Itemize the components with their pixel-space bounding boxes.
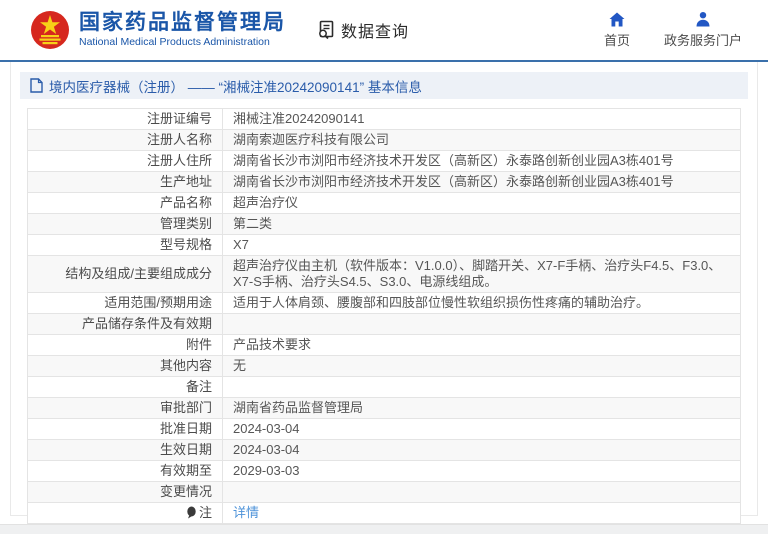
row-value: 详情	[222, 502, 741, 524]
nmpa-logo[interactable]: 国家药品监督管理局 National Medical Products Admi…	[30, 8, 286, 52]
page-bottom-strip	[0, 524, 768, 534]
table-row: 附件 产品技术要求	[27, 334, 741, 356]
data-query-nav[interactable]: 数据查询	[316, 18, 409, 42]
row-value: 湖南索迦医疗科技有限公司	[222, 129, 741, 151]
table-row: 注册人住所 湖南省长沙市浏阳市经济技术开发区（高新区）永泰路创新创业园A3栋40…	[27, 150, 741, 172]
table-row: 管理类别 第二类	[27, 213, 741, 235]
table-row: 其他内容 无	[27, 355, 741, 377]
row-value	[222, 313, 741, 335]
row-value: 湖南省长沙市浏阳市经济技术开发区（高新区）永泰路创新创业园A3栋401号	[222, 150, 741, 172]
table-row: 生产地址 湖南省长沙市浏阳市经济技术开发区（高新区）永泰路创新创业园A3栋401…	[27, 171, 741, 193]
row-value: 无	[222, 355, 741, 377]
row-value: 第二类	[222, 213, 741, 235]
row-value: 2029-03-03	[222, 460, 741, 482]
table-row: 结构及组成/主要组成成分 超声治疗仪由主机（软件版本：V1.0.0）、脚踏开关、…	[27, 255, 741, 293]
row-value: 2024-03-04	[222, 439, 741, 461]
row-label: 适用范围/预期用途	[27, 292, 223, 314]
nav-portal-label: 政务服务门户	[663, 33, 742, 48]
table-row: 产品储存条件及有效期	[27, 313, 741, 335]
nav-item-home[interactable]: 首页	[604, 11, 630, 49]
breadcrumb-text: 境内医疗器械（注册） —— “湘械注准20242090141” 基本信息	[49, 79, 422, 95]
row-value: 湖南省药品监督管理局	[222, 397, 741, 419]
table-row: 注册证编号 湘械注准20242090141	[27, 108, 741, 130]
row-value: X7	[222, 234, 741, 256]
row-label: 批准日期	[27, 418, 223, 440]
table-row: 注册人名称 湖南索迦医疗科技有限公司	[27, 129, 741, 151]
table-row: 注 详情	[27, 502, 741, 524]
header-nav: 首页 政务服务门户	[604, 11, 742, 49]
table-row: 有效期至 2029-03-03	[27, 460, 741, 482]
row-value: 湖南省长沙市浏阳市经济技术开发区（高新区）永泰路创新创业园A3栋401号	[222, 171, 741, 193]
row-label: 产品储存条件及有效期	[27, 313, 223, 335]
table-row: 产品名称 超声治疗仪	[27, 192, 741, 214]
org-name-en: National Medical Products Administration	[79, 36, 270, 49]
row-label: 注册证编号	[27, 108, 223, 130]
data-query-label: 数据查询	[341, 24, 410, 41]
national-emblem-icon	[31, 11, 69, 49]
row-label: 附件	[27, 334, 223, 356]
table-row: 批准日期 2024-03-04	[27, 418, 741, 440]
table-row: 备注	[27, 376, 741, 398]
user-icon	[695, 11, 711, 27]
row-label: 生效日期	[27, 439, 223, 461]
header: 国家药品监督管理局 National Medical Products Admi…	[0, 0, 768, 62]
row-value: 适用于人体肩颈、腰腹部和四肢部位慢性软组织损伤性疼痛的辅助治疗。	[222, 292, 741, 314]
row-value	[222, 376, 741, 398]
row-label: 注	[27, 502, 223, 524]
table-row: 适用范围/预期用途 适用于人体肩颈、腰腹部和四肢部位慢性软组织损伤性疼痛的辅助治…	[27, 292, 741, 314]
org-name-cn: 国家药品监督管理局	[79, 11, 286, 35]
row-label: 有效期至	[27, 460, 223, 482]
table-row: 生效日期 2024-03-04	[27, 439, 741, 461]
row-value: 湘械注准20242090141	[222, 108, 741, 130]
row-value: 超声治疗仪	[222, 192, 741, 214]
main-panel: 境内医疗器械（注册） —— “湘械注准20242090141” 基本信息 注册证…	[10, 62, 758, 524]
row-label: 产品名称	[27, 192, 223, 214]
breadcrumb: 境内医疗器械（注册） —— “湘械注准20242090141” 基本信息	[20, 72, 748, 99]
home-icon	[609, 11, 625, 27]
table-row: 型号规格 X7	[27, 234, 741, 256]
row-label: 管理类别	[27, 213, 223, 235]
document-search-icon	[319, 20, 334, 40]
row-label: 型号规格	[27, 234, 223, 256]
row-value: 超声治疗仪由主机（软件版本：V1.0.0）、脚踏开关、X7-F手柄、治疗头F4.…	[222, 255, 741, 293]
nav-home-label: 首页	[603, 33, 630, 48]
row-value	[222, 481, 741, 503]
table-row: 变更情况	[27, 481, 741, 503]
row-label: 其他内容	[27, 355, 223, 377]
row-label: 审批部门	[27, 397, 223, 419]
note-icon	[187, 506, 196, 519]
row-label: 变更情况	[27, 481, 223, 503]
row-label: 注册人名称	[27, 129, 223, 151]
row-label: 注册人住所	[27, 150, 223, 172]
table-row: 审批部门 湖南省药品监督管理局	[27, 397, 741, 419]
document-icon	[30, 78, 43, 93]
nav-item-portal[interactable]: 政务服务门户	[664, 11, 742, 49]
row-label: 结构及组成/主要组成成分	[27, 255, 223, 293]
row-label: 生产地址	[27, 171, 223, 193]
row-label: 备注	[27, 376, 223, 398]
detail-link[interactable]: 详情	[233, 505, 259, 520]
registration-info-table: 注册证编号 湘械注准20242090141 注册人名称 湖南索迦医疗科技有限公司…	[27, 108, 741, 524]
row-value: 2024-03-04	[222, 418, 741, 440]
row-value: 产品技术要求	[222, 334, 741, 356]
